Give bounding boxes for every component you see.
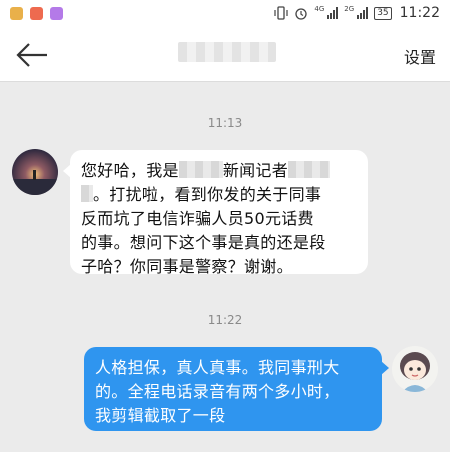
app-notification-icon [10,7,23,20]
message-line: 的。全程电话录音有两个多小时， [95,382,340,401]
redacted-text [178,161,223,178]
clock: 11:22 [399,5,440,21]
message-line: 的事。想问下这个事是真的还是段 [81,233,326,252]
network-type-label: 2G [344,5,355,13]
app-notification-icon [30,7,43,20]
message-timestamp: 11:22 [207,313,243,327]
redacted-text [288,161,331,178]
settings-button[interactable]: 设置 [404,44,436,68]
gallery-notification-icon [50,7,63,20]
message-bubble-outgoing: 人格担保，真人真事。我同事刑大 的。全程电话录音有两个多小时， 我剪辑截取了一段 [84,347,389,431]
avatar[interactable] [12,149,58,195]
alarm-icon [295,8,308,20]
message-text: 您好哈，我是 [81,161,179,180]
message-line: 反而坑了电信诈骗人员50元话费 [81,209,314,228]
network-type-label: 4G [314,5,325,13]
signal-icon [357,7,369,19]
contact-name: █████ [178,42,276,62]
signal-icon [327,7,339,19]
status-bar: 4G 2G 35 11:22 [0,0,450,30]
message-bubble-incoming: 您好哈，我是 新闻记者 。打扰啦，看到你发的关于同事 反而坑了电信诈骗人员50元话… [63,150,368,276]
message-line: 您好哈，我是 新闻记者 [81,159,357,183]
chat-header: █████ 设置 [0,30,450,82]
arrow-left-icon[interactable] [14,40,50,70]
message-timestamp: 11:13 [207,116,243,130]
message-line: 人格担保，真人真事。我同事刑大 [95,358,340,377]
redacted-text [81,185,93,202]
battery-icon: 35 [374,6,392,20]
message-line: 。打扰啦，看到你发的关于同事 [81,183,357,207]
message-text: 新闻记者 [222,161,289,180]
vibrate-icon [274,6,289,20]
system-status: 4G 2G 35 11:22 [274,5,440,21]
avatar[interactable] [392,346,438,392]
message-line: 子哈？你同事是警察？谢谢。 [81,257,293,276]
message-line: 我剪辑截取了一段 [95,406,226,425]
notification-icons [10,7,63,20]
message-text: 。打扰啦，看到你发的关于同事 [93,185,322,204]
